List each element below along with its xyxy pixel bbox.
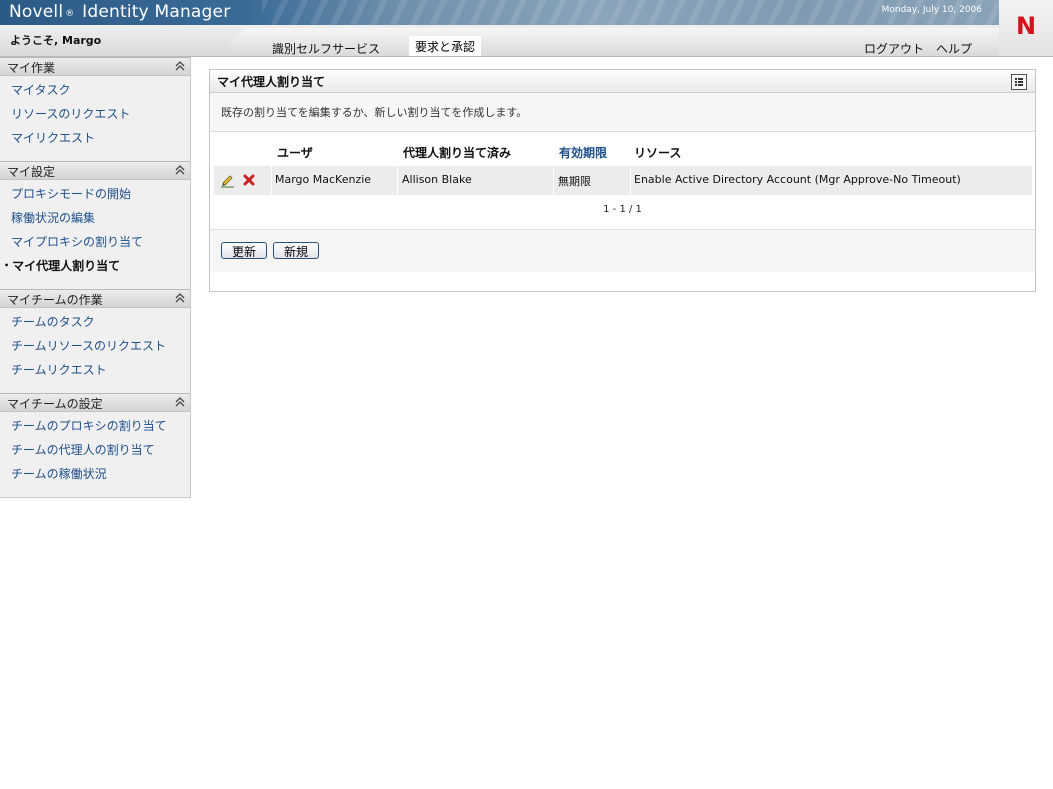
sidebar-item-enter-proxy-mode[interactable]: プロキシモードの開始 (11, 185, 131, 202)
registered-mark: ® (65, 9, 75, 19)
sidebar-section-my-settings[interactable]: マイ設定 (0, 161, 190, 180)
button-bar: 更新 新規 (210, 229, 1035, 272)
product-prefix: Novell (9, 2, 64, 22)
welcome-text: ようこそ, Margo (10, 34, 102, 47)
tab-identity-self-service[interactable]: 識別セルフサービス (272, 40, 380, 57)
help-link[interactable]: ヘルプ (936, 40, 972, 57)
sidebar-section-title: マイ作業 (7, 61, 56, 75)
panel-header: マイ代理人割り当て (210, 70, 1035, 93)
collapse-chevron-icon[interactable] (174, 396, 186, 408)
panel-title: マイ代理人割り当て (217, 75, 326, 89)
column-divider (271, 166, 272, 195)
sidebar-item-my-delegate-assignments[interactable]: • マイ代理人割り当て (4, 257, 120, 274)
cell-resource: Enable Active Directory Account (Mgr App… (634, 173, 961, 186)
customize-view-icon[interactable] (1011, 74, 1027, 90)
delete-icon[interactable] (242, 173, 256, 187)
new-button[interactable]: 新規 (273, 242, 319, 259)
sidebar-section-team-work[interactable]: マイチームの作業 (0, 289, 190, 308)
column-header-expiration[interactable]: 有効期限 (559, 144, 607, 161)
column-header-user: ユーザ (277, 146, 313, 160)
tab-requests-approvals-label: 要求と承認 (414, 40, 475, 54)
column-divider (553, 166, 554, 195)
column-divider (397, 166, 398, 195)
tab-requests-approvals[interactable]: 要求と承認 (409, 36, 481, 57)
table-row: Margo MacKenzie Allison Blake 無期限 Enable… (214, 166, 1032, 195)
column-divider (630, 166, 631, 195)
cell-user: Margo MacKenzie (275, 173, 372, 186)
sidebar-item-team-proxy-assignments[interactable]: チームのプロキシの割り当て (11, 417, 167, 434)
column-header-resource: リソース (634, 146, 682, 160)
refresh-button[interactable]: 更新 (221, 242, 267, 259)
sidebar-item-team-requests[interactable]: チームリクエスト (11, 361, 107, 378)
column-header-delegate: 代理人割り当て済み (403, 146, 512, 160)
sidebar-section-my-work[interactable]: マイ作業 (0, 57, 190, 76)
sidebar-item-request-resources[interactable]: リソースのリクエスト (11, 105, 130, 122)
sidebar-section-title: マイチームの設定 (7, 397, 103, 411)
sidebar-section-title: マイ設定 (7, 165, 56, 179)
header-banner: Novell ® Identity Manager Monday, July 10… (0, 0, 999, 25)
cell-expiration: 無期限 (558, 175, 591, 188)
product-name: Identity Manager (82, 2, 231, 22)
current-date: Monday, July 10, 2006 (881, 5, 982, 15)
collapse-chevron-icon[interactable] (174, 164, 186, 176)
sidebar: マイ作業 マイタスク リソースのリクエスト マイリクエスト マイ設定 プロキシモ… (0, 57, 191, 498)
collapse-chevron-icon[interactable] (174, 60, 186, 72)
sidebar-section-title: マイチームの作業 (7, 293, 103, 307)
sidebar-item-team-resource-requests[interactable]: チームリソースのリクエスト (11, 337, 166, 354)
sidebar-item-label: マイ代理人割り当て (12, 259, 121, 273)
logo-letter: N (1015, 12, 1037, 40)
panel-description: 既存の割り当てを編集するか、新しい割り当てを作成します。 (221, 106, 528, 119)
delegate-assignments-panel: マイ代理人割り当て 既存の割り当てを編集するか、新しい割り当てを作成します。 ユ… (209, 69, 1036, 292)
sidebar-item-my-proxy-assignments[interactable]: マイプロキシの割り当て (11, 233, 143, 250)
sidebar-section-team-settings[interactable]: マイチームの設定 (0, 393, 190, 412)
panel-description-area: 既存の割り当てを編集するか、新しい割り当てを作成します。 (210, 93, 1035, 132)
current-bullet-icon: • (4, 261, 10, 270)
sidebar-item-my-tasks[interactable]: マイタスク (11, 81, 71, 98)
novell-logo: N (999, 0, 1053, 56)
collapse-chevron-icon[interactable] (174, 292, 186, 304)
sidebar-item-team-tasks[interactable]: チームのタスク (11, 313, 95, 330)
app-title: Novell ® Identity Manager (9, 2, 230, 22)
edit-pencil-icon[interactable] (220, 173, 235, 188)
logout-link[interactable]: ログアウト (864, 40, 924, 57)
pagination-status: 1 - 1 / 1 (603, 204, 642, 215)
sidebar-item-team-delegate-assignments[interactable]: チームの代理人の割り当て (11, 441, 155, 458)
sidebar-item-edit-availability[interactable]: 稼働状況の編集 (11, 209, 95, 226)
cell-delegate: Allison Blake (402, 173, 472, 186)
sidebar-item-my-requests[interactable]: マイリクエスト (11, 129, 95, 146)
sidebar-item-team-availability[interactable]: チームの稼働状況 (11, 465, 107, 482)
